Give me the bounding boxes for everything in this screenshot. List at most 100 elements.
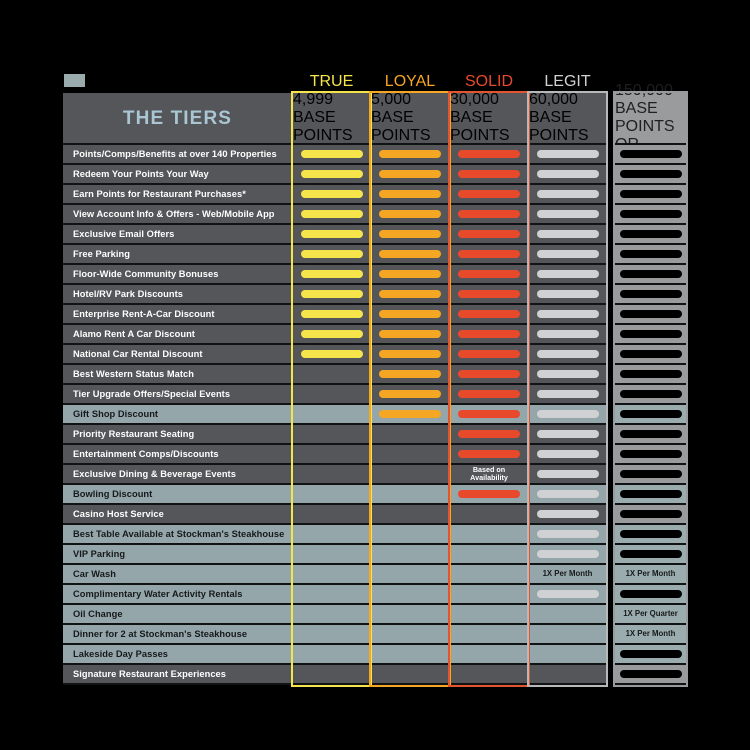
benefit-cell-true [293, 545, 370, 563]
benefit-cell-solid [450, 665, 528, 683]
included-indicator-epic [619, 290, 682, 298]
included-indicator-solid [458, 410, 520, 418]
included-indicator-legit [536, 410, 599, 418]
row-divider [63, 523, 606, 525]
column-divider [369, 93, 371, 685]
included-indicator-epic [619, 250, 682, 258]
benefit-cell-true [293, 645, 370, 663]
included-indicator-epic [619, 210, 682, 218]
included-indicator-epic [619, 450, 682, 458]
benefit-cell-true [293, 185, 370, 203]
benefit-cell-true [293, 565, 370, 583]
included-indicator-solid [458, 310, 520, 318]
benefit-cell-legit [529, 625, 606, 643]
row-divider [615, 223, 686, 225]
benefit-cell-loyal [371, 145, 449, 163]
benefit-label-text: Dinner for 2 at Stockman's Steakhouse [73, 629, 248, 639]
benefit-cell-legit [529, 225, 606, 243]
row-divider [63, 383, 606, 385]
benefit-cell-epic [615, 365, 686, 383]
included-indicator-loyal [379, 190, 441, 198]
benefit-label-text: Entertainment Comps/Discounts [73, 449, 219, 459]
benefit-cell-solid [450, 605, 528, 623]
benefit-cell-solid [450, 325, 528, 343]
benefit-cell-loyal [371, 505, 449, 523]
included-indicator-solid [458, 350, 520, 358]
benefit-cell-loyal [371, 625, 449, 643]
included-indicator-epic [619, 170, 682, 178]
benefit-label-text: Complimentary Water Activity Rentals [73, 589, 243, 599]
row-divider [615, 683, 686, 685]
benefit-row-label: Gift Shop Discount [63, 405, 292, 423]
tier-header-loyal[interactable]: LOYAL5,000 BASEPOINTS OR MORE [371, 73, 449, 162]
included-indicator-loyal [379, 390, 441, 398]
included-indicator-solid [458, 150, 520, 158]
benefit-cell-true [293, 345, 370, 363]
benefit-cell-true [293, 665, 370, 683]
benefit-cell-legit [529, 325, 606, 343]
row-divider [63, 183, 606, 185]
benefit-note-epic: 1X Per Month [625, 568, 676, 578]
benefit-cell-true [293, 505, 370, 523]
benefit-cell-solid [450, 485, 528, 503]
row-divider [63, 443, 606, 445]
benefit-cell-legit [529, 445, 606, 463]
benefit-cell-epic [615, 445, 686, 463]
included-indicator-epic [619, 490, 682, 498]
benefit-cell-solid [450, 525, 528, 543]
benefit-cell-solid [450, 165, 528, 183]
benefit-cell-legit [529, 285, 606, 303]
included-indicator-legit [536, 470, 599, 478]
included-indicator-epic [619, 430, 682, 438]
benefit-cell-solid: Based on Availability [450, 465, 528, 483]
benefit-cell-legit [529, 185, 606, 203]
row-divider [615, 443, 686, 445]
row-divider [63, 163, 606, 165]
included-indicator-true [300, 350, 363, 358]
benefit-label-text: Floor-Wide Community Bonuses [73, 269, 219, 279]
benefit-cell-solid [450, 645, 528, 663]
tier-header-legit[interactable]: LEGIT60,000 BASEPOINTS OR MORE [529, 73, 606, 162]
benefit-cell-true [293, 585, 370, 603]
included-indicator-solid [458, 330, 520, 338]
benefit-cell-true [293, 225, 370, 243]
benefit-cell-loyal [371, 425, 449, 443]
tier-header-true[interactable]: TRUE4,999 BASEPOINTS OR LESS [293, 73, 370, 162]
included-indicator-true [300, 330, 363, 338]
row-divider [63, 563, 606, 565]
row-divider [615, 183, 686, 185]
benefit-label-text: View Account Info & Offers - Web/Mobile … [73, 209, 275, 219]
included-indicator-loyal [379, 370, 441, 378]
benefit-cell-true [293, 405, 370, 423]
benefit-cell-true [293, 205, 370, 223]
benefit-row-label: Entertainment Comps/Discounts [63, 445, 292, 463]
benefit-cell-true [293, 305, 370, 323]
included-indicator-epic [619, 590, 682, 598]
benefit-cell-epic [615, 205, 686, 223]
benefit-label-text: Best Table Available at Stockman's Steak… [73, 529, 285, 539]
benefit-row-label: Free Parking [63, 245, 292, 263]
benefit-cell-solid [450, 585, 528, 603]
included-indicator-legit [536, 430, 599, 438]
benefit-cell-true [293, 425, 370, 443]
benefit-cell-solid [450, 385, 528, 403]
included-indicator-legit [536, 350, 599, 358]
tier-header-epic[interactable]: EPIC150,000 BASEPOINTS OR MORE [615, 64, 686, 171]
benefit-cell-loyal [371, 445, 449, 463]
benefit-cell-epic [615, 385, 686, 403]
benefit-row-label: Exclusive Dining & Beverage Events [63, 465, 292, 483]
included-indicator-epic [619, 670, 682, 678]
included-indicator-epic [619, 230, 682, 238]
benefit-cell-legit [529, 385, 606, 403]
included-indicator-epic [619, 270, 682, 278]
benefit-cell-epic [615, 145, 686, 163]
row-divider [63, 143, 606, 145]
tier-name-epic: EPIC [631, 64, 670, 81]
included-indicator-legit [536, 390, 599, 398]
tier-header-solid[interactable]: SOLID30,000 BASEPOINTS OR MORE [450, 73, 528, 162]
benefit-cell-true [293, 525, 370, 543]
benefit-cell-true [293, 485, 370, 503]
benefit-cell-loyal [371, 405, 449, 423]
benefit-row-label: Priority Restaurant Seating [63, 425, 292, 443]
tier-name-solid: SOLID [464, 73, 513, 90]
